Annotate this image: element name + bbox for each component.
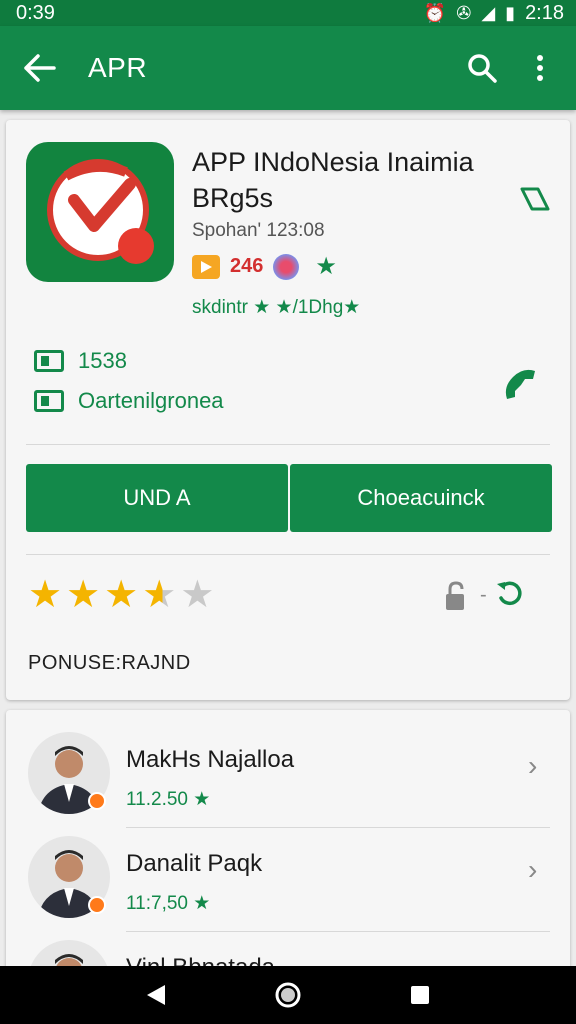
bookmark-button[interactable] <box>516 182 552 216</box>
star-empty-icon[interactable]: ★ <box>180 572 214 617</box>
star-icon[interactable]: ★ <box>28 572 62 617</box>
separator: - <box>480 584 487 606</box>
vibrate-icon: ✇ <box>456 3 472 23</box>
info-row-category: Oartenilgronea <box>34 388 224 414</box>
app-detail-card: APP INdoNesia Inaimia BRg5s Spohan' 123:… <box>6 120 570 700</box>
status-time-right: 2:18 <box>525 1 564 24</box>
folder-icon <box>34 390 64 412</box>
app-bar: APR <box>0 26 576 110</box>
divider <box>26 554 550 555</box>
info-number: 1538 <box>78 348 127 373</box>
info-row-number: 1538 <box>34 348 127 374</box>
card-icon <box>34 350 64 372</box>
person-meta: 11:7,50 ★ <box>126 893 211 914</box>
nav-home-button[interactable] <box>268 975 308 1015</box>
person-name: Danalit Paqk <box>126 850 263 877</box>
system-nav-bar <box>0 966 576 1024</box>
star-half-icon[interactable]: ★ <box>142 572 176 617</box>
nav-back-button[interactable] <box>136 975 176 1015</box>
app-developer: Spohan' 123:08 <box>192 220 325 241</box>
search-icon <box>468 54 497 83</box>
section-label: PONUSE:RAJND <box>28 652 191 674</box>
bookmark-icon <box>520 187 550 211</box>
list-item[interactable]: MakHs Najalloa 11.2.50 ★ › <box>6 724 570 828</box>
app-badges: 246 ★ <box>192 252 337 281</box>
alarm-icon: ⏰ <box>423 3 447 23</box>
status-badge <box>88 896 106 914</box>
star-icon[interactable]: ★ <box>66 572 100 617</box>
person-name: MakHs Najalloa <box>126 746 295 773</box>
rating-stars[interactable]: ★ ★ ★ ★ ★ <box>28 572 214 617</box>
secondary-action-button[interactable]: Choeacuinck <box>290 464 552 532</box>
status-badge <box>88 792 106 810</box>
nav-recents-icon <box>411 986 429 1004</box>
battery-icon: ▮ <box>505 3 516 23</box>
app-logo-icon <box>26 142 174 282</box>
info-category: Oartenilgronea <box>78 388 224 413</box>
status-time-left: 0:39 <box>16 1 55 24</box>
status-icons: ⏰ ✇ ◢ ▮ 2:18 <box>424 2 564 25</box>
app-rating-line: skdintr ★ ★/1Dhg★ <box>192 297 361 318</box>
chevron-right-icon: › <box>528 854 538 885</box>
more-options-button[interactable] <box>518 46 562 90</box>
person-meta: 11.2.50 ★ <box>126 789 211 810</box>
primary-action-button[interactable]: UND A <box>26 464 288 532</box>
phone-icon <box>505 369 535 399</box>
back-button[interactable] <box>22 50 58 86</box>
call-button[interactable] <box>496 360 546 410</box>
target-icon <box>273 253 300 280</box>
badge-count: 246 <box>230 255 264 277</box>
more-vert-icon <box>537 55 543 81</box>
lock-icon[interactable] <box>444 580 472 612</box>
share-controls: - <box>444 578 525 613</box>
signal-icon: ◢ <box>481 3 496 23</box>
divider <box>26 444 550 445</box>
status-bar: 0:39 ⏰ ✇ ◢ ▮ 2:18 <box>0 0 576 26</box>
chevron-right-icon: › <box>528 750 538 781</box>
star-icon: ★ <box>315 253 337 280</box>
list-item[interactable]: Danalit Paqk 11:7,50 ★ › <box>6 828 570 932</box>
arrow-back-icon <box>24 54 56 82</box>
nav-home-icon <box>275 982 301 1008</box>
app-name: APP INdoNesia Inaimia BRg5s <box>192 147 474 213</box>
play-icon <box>192 254 220 279</box>
nav-back-icon <box>147 985 165 1005</box>
refresh-icon[interactable] <box>495 578 525 613</box>
page-title: APR <box>88 52 148 83</box>
nav-recents-button[interactable] <box>400 975 440 1015</box>
star-icon[interactable]: ★ <box>104 572 138 617</box>
people-list: MakHs Najalloa 11.2.50 ★ › Danalit Paqk … <box>6 710 570 980</box>
search-button[interactable] <box>460 46 504 90</box>
